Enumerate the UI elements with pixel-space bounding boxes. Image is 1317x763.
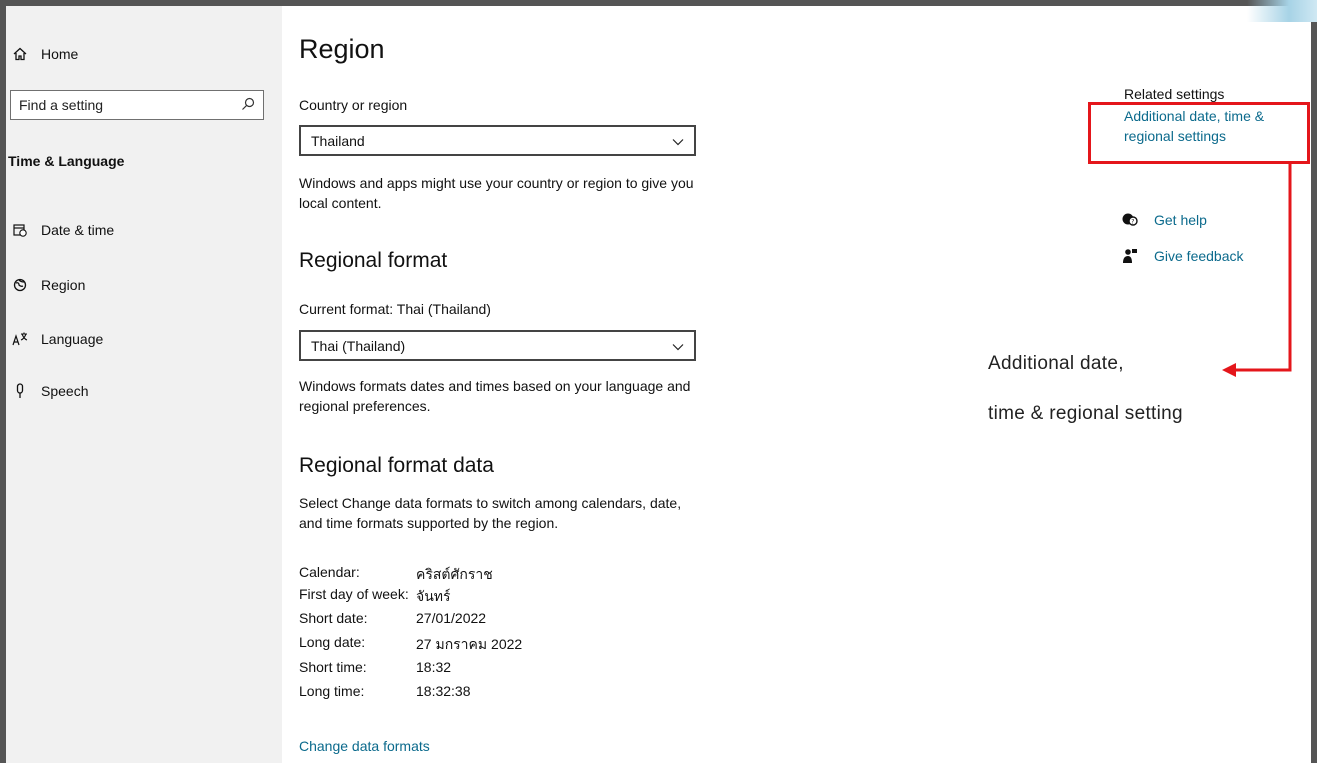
country-description: Windows and apps might use your country … (299, 175, 694, 211)
data-key: Short date: (299, 610, 368, 626)
sidebar-item-date-time[interactable]: Date & time (6, 215, 282, 245)
data-row-calendar: Calendar: คริสต์ศักราช (299, 564, 493, 586)
feedback-icon (1120, 248, 1140, 264)
chevron-down-icon (672, 133, 684, 149)
related-settings-title: Related settings (1124, 86, 1225, 102)
data-row-first-day: First day of week: จันทร์ (299, 586, 451, 608)
sidebar-item-region[interactable]: Region (6, 270, 282, 300)
data-row-long-date: Long date: 27 มกราคม 2022 (299, 634, 522, 656)
data-value: 18:32 (416, 659, 452, 675)
sidebar-item-language[interactable]: Language (6, 324, 282, 354)
format-value: Thai (Thailand) (311, 337, 406, 354)
annotation-arrow (1222, 162, 1292, 377)
sidebar-item-home[interactable]: Home (6, 39, 282, 69)
data-row-short-time: Short time: 18:32 (299, 659, 451, 681)
sidebar-item-label: Date & time (41, 222, 115, 238)
calendar-clock-icon (12, 222, 28, 238)
current-format-label: Current format: Thai (Thailand) (299, 301, 491, 317)
microphone-icon (12, 383, 28, 399)
search-input[interactable]: Find a setting (10, 90, 264, 120)
data-key: Calendar: (299, 564, 360, 580)
sidebar-item-label: Language (41, 331, 104, 347)
country-label: Country or region (299, 97, 408, 113)
search-placeholder: Find a setting (19, 97, 104, 113)
search-icon[interactable] (241, 97, 255, 114)
help-chat-icon: ? (1120, 212, 1140, 228)
data-value: จันทร์ (416, 588, 451, 604)
globe-icon (12, 277, 28, 293)
data-value: 27 มกราคม 2022 (416, 636, 523, 652)
data-key: Short time: (299, 659, 367, 675)
sidebar-item-label: Home (41, 46, 79, 62)
regional-format-heading: Regional format (299, 249, 448, 272)
data-value: 18:32:38 (416, 683, 471, 699)
annotation-line-1: Additional date, (988, 353, 1124, 374)
data-row-short-date: Short date: 27/01/2022 (299, 610, 486, 632)
corner-decoration (1247, 0, 1317, 22)
change-data-formats-link[interactable]: Change data formats (299, 738, 430, 754)
svg-text:?: ? (1131, 219, 1134, 226)
sidebar-item-label: Region (41, 277, 86, 293)
format-data-description: Select Change data formats to switch amo… (299, 495, 682, 531)
get-help-label: Get help (1154, 212, 1207, 228)
data-key: Long time: (299, 683, 365, 699)
highlight-box (1088, 102, 1310, 164)
sidebar-item-label: Speech (41, 383, 89, 399)
sidebar: Home Find a setting Time & Language Date… (6, 6, 282, 763)
page-title: Region (299, 34, 385, 64)
format-data-heading: Regional format data (299, 454, 494, 477)
data-value: 27/01/2022 (416, 610, 487, 626)
chevron-down-icon (672, 338, 684, 354)
data-key: First day of week: (299, 586, 409, 602)
regional-format-dropdown[interactable]: Thai (Thailand) (299, 330, 696, 361)
data-value: คริสต์ศักราช (416, 566, 493, 582)
get-help-link[interactable]: ? Get help (1120, 208, 1207, 232)
country-dropdown[interactable]: Thailand (299, 125, 696, 156)
country-value: Thailand (311, 132, 365, 149)
data-row-long-time: Long time: 18:32:38 (299, 683, 471, 705)
main-content: Region Country or region Thailand Window… (299, 0, 719, 763)
format-description: Windows formats dates and times based on… (299, 378, 691, 414)
data-key: Long date: (299, 634, 366, 650)
home-icon (12, 46, 28, 62)
sidebar-item-speech[interactable]: Speech (6, 376, 282, 406)
language-icon (12, 331, 28, 347)
section-title: Time & Language (8, 153, 125, 169)
annotation-line-2: time & regional setting (988, 403, 1183, 424)
